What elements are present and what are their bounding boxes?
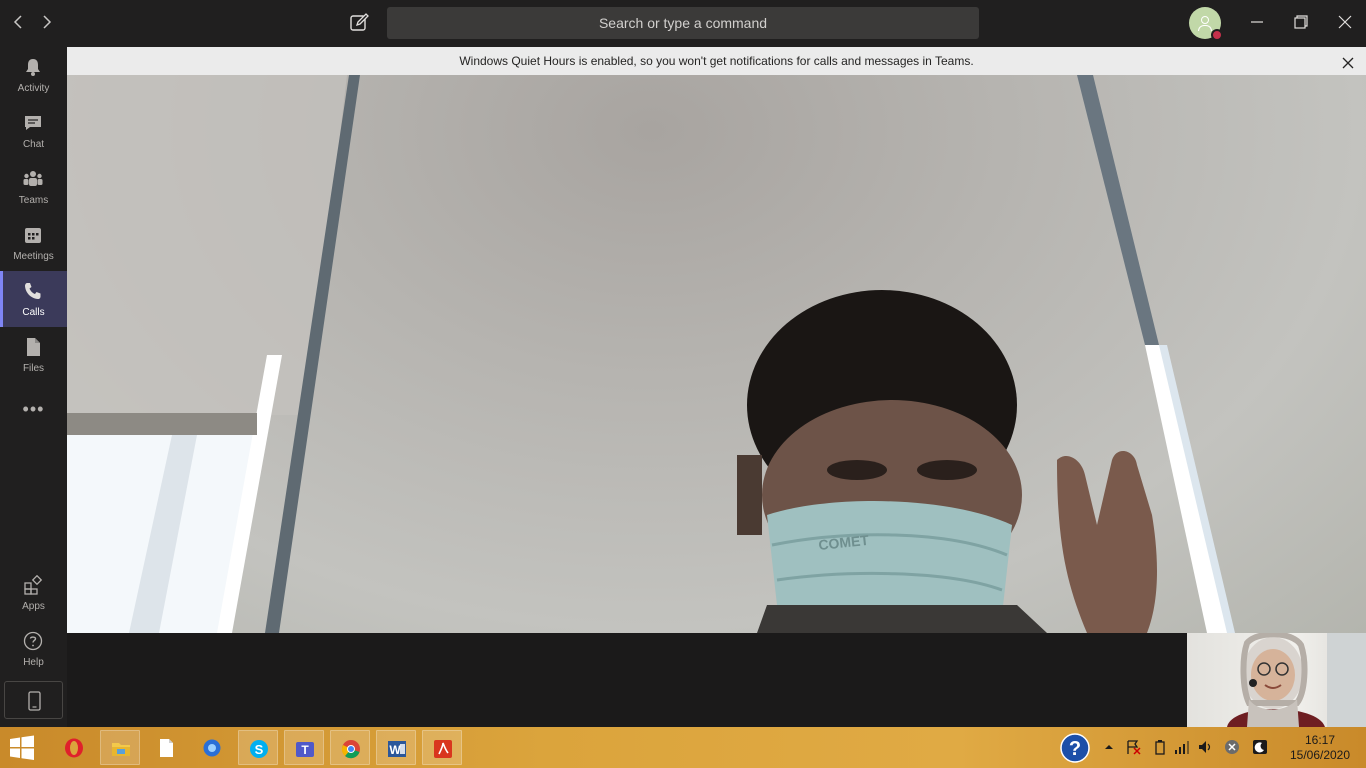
rail-item-label: Files	[22, 363, 45, 374]
clock-date: 15/06/2020	[1289, 748, 1351, 762]
rail-item-meetings[interactable]: Meetings	[0, 215, 67, 271]
title-bar: Search or type a command	[0, 0, 1366, 47]
rail-item-label: Meetings	[13, 251, 54, 262]
quiet-hours-message: Windows Quiet Hours is enabled, so you w…	[459, 54, 974, 68]
device-switch-button[interactable]	[4, 681, 63, 719]
phone-icon	[25, 283, 41, 299]
rail-item-calls[interactable]: Calls	[0, 271, 67, 327]
calendar-icon	[25, 228, 41, 243]
svg-text:W: W	[389, 743, 401, 757]
app-rail: Activity Chat Teams Meetings Calls Files…	[0, 47, 67, 727]
flag-icon[interactable]	[1125, 739, 1141, 755]
rail-item-label: Apps	[22, 601, 45, 612]
windows-taskbar: S T W ? 16:17 15/06/2020	[0, 727, 1366, 768]
teams-icon[interactable]: T	[284, 730, 324, 765]
self-video-preview[interactable]	[1187, 633, 1366, 727]
rail-item-label: Help	[23, 657, 44, 668]
restore-button[interactable]	[1288, 9, 1314, 35]
help-icon	[23, 631, 43, 651]
acrobat-icon[interactable]	[422, 730, 462, 765]
call-stage: COMET	[67, 75, 1366, 727]
opera-icon[interactable]	[54, 730, 94, 765]
search-input[interactable]: Search or type a command	[387, 7, 979, 39]
person-icon	[1201, 16, 1209, 24]
mobile-device-icon	[28, 691, 41, 711]
chat-icon	[25, 116, 41, 130]
more-apps-button[interactable]: •••	[0, 399, 67, 423]
rail-item-label: Calls	[22, 307, 45, 318]
volume-icon[interactable]	[1197, 739, 1213, 755]
battery-icon[interactable]	[1152, 739, 1168, 755]
close-window-button[interactable]	[1332, 9, 1358, 35]
blocked-icon[interactable]	[1224, 739, 1240, 755]
windows-start-icon[interactable]	[2, 730, 42, 765]
rail-item-chat[interactable]: Chat	[0, 103, 67, 159]
svg-text:T: T	[301, 743, 309, 757]
rail-item-help[interactable]: Help	[0, 621, 67, 677]
rail-item-activity[interactable]: Activity	[0, 47, 67, 103]
compose-icon[interactable]	[347, 11, 371, 35]
signal-icon[interactable]	[1174, 739, 1190, 755]
minimize-button[interactable]	[1244, 9, 1270, 35]
rail-item-apps[interactable]: Apps	[0, 565, 67, 621]
rail-item-label: Chat	[22, 139, 45, 150]
night-mode-icon[interactable]	[1252, 739, 1268, 755]
skype-icon[interactable]: S	[238, 730, 278, 765]
file-explorer-icon[interactable]	[100, 730, 140, 765]
clock-time: 16:17	[1304, 733, 1336, 747]
chrome-icon[interactable]	[330, 730, 370, 765]
apps-icon	[24, 575, 43, 595]
file-icon	[27, 338, 40, 356]
avatar[interactable]	[1189, 7, 1223, 41]
svg-text:S: S	[255, 742, 264, 757]
rail-item-teams[interactable]: Teams	[0, 159, 67, 215]
bell-icon	[26, 59, 40, 76]
chevron-up-icon[interactable]	[1101, 739, 1117, 755]
presence-busy-badge	[1211, 29, 1223, 41]
rail-item-label: Activity	[17, 83, 50, 94]
notepad-icon[interactable]	[146, 730, 186, 765]
svg-text:?: ?	[1069, 738, 1081, 760]
word-icon[interactable]: W	[376, 730, 416, 765]
rail-item-label: Teams	[18, 195, 49, 206]
quiet-hours-banner: Windows Quiet Hours is enabled, so you w…	[67, 47, 1366, 75]
chevron-left-icon[interactable]	[6, 10, 30, 34]
teams-icon	[23, 171, 43, 186]
rail-item-files[interactable]: Files	[0, 327, 67, 383]
chevron-right-icon[interactable]	[35, 10, 59, 34]
browser-icon[interactable]	[192, 730, 232, 765]
remote-video-feed: COMET	[67, 75, 1366, 633]
taskbar-clock[interactable]: 16:17 15/06/2020	[1282, 733, 1358, 763]
help-circle-icon[interactable]: ?	[1060, 733, 1090, 763]
close-icon[interactable]	[1340, 53, 1356, 69]
